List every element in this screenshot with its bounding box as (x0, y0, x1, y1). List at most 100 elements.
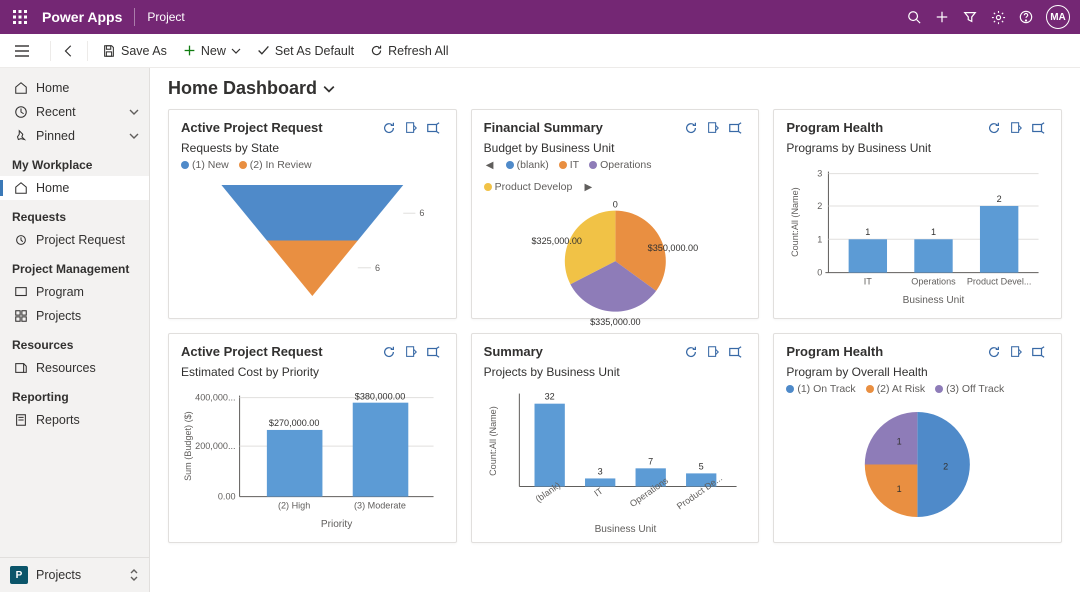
help-icon[interactable] (1012, 3, 1040, 31)
group-requests: Requests (0, 200, 149, 228)
pie-chart[interactable]: 0 $350,000.00 $335,000.00 $325,000.00 (484, 193, 747, 329)
nav-reports[interactable]: Reports (0, 408, 149, 432)
svg-text:0.00: 0.00 (218, 492, 236, 502)
global-header: Power Apps Project MA (0, 0, 1080, 34)
svg-text:2: 2 (818, 201, 823, 211)
search-icon[interactable] (900, 3, 928, 31)
user-avatar[interactable]: MA (1046, 5, 1070, 29)
home-icon (14, 181, 28, 195)
view-records-icon[interactable] (400, 121, 422, 135)
pie-chart[interactable]: 2 1 1 (786, 395, 1049, 534)
card-title: Financial Summary (484, 120, 603, 135)
area-switcher[interactable]: P Projects (0, 557, 149, 592)
svg-text:1: 1 (931, 227, 936, 237)
expand-icon[interactable] (724, 345, 746, 359)
svg-text:2: 2 (943, 462, 948, 472)
legend-label: (3) Off Track (946, 383, 1004, 395)
card-budget-by-bu: Financial Summary Budget by Business Uni… (471, 109, 760, 319)
refresh-all-button[interactable]: Refresh All (362, 36, 456, 66)
svg-text:Count:All (Name): Count:All (Name) (488, 406, 498, 476)
bar-chart[interactable]: Count:All (Name) 0 1 2 3 1 1 2 IT Operat… (786, 159, 1049, 316)
filter-icon[interactable] (956, 3, 984, 31)
refresh-all-label: Refresh All (388, 44, 448, 58)
chevron-down-icon (323, 83, 335, 95)
nav-workplace-home[interactable]: Home (0, 176, 149, 200)
nav-pinned-label: Pinned (36, 129, 75, 143)
funnel-chart[interactable]: 6 6 (181, 171, 444, 310)
area-badge: P (10, 566, 28, 584)
refresh-icon[interactable] (983, 345, 1005, 359)
refresh-icon[interactable] (680, 121, 702, 135)
chart-legend: (1) New (2) In Review (181, 159, 444, 171)
view-records-icon[interactable] (1005, 121, 1027, 135)
app-launcher-icon[interactable] (10, 7, 30, 27)
svg-text:IT: IT (592, 485, 605, 498)
svg-text:200,000...: 200,000... (195, 441, 235, 451)
view-records-icon[interactable] (702, 121, 724, 135)
legend-next-icon[interactable]: ▶ (582, 182, 594, 193)
updown-icon (129, 568, 139, 582)
reports-icon (14, 413, 28, 427)
legend-label: (blank) (517, 159, 549, 171)
bar-chart[interactable]: Sum (Budget) ($) 0.00 200,000... 400,000… (181, 383, 444, 540)
group-resources: Resources (0, 328, 149, 356)
divider (134, 8, 135, 26)
page-title: Home Dashboard (168, 78, 317, 99)
set-default-button[interactable]: Set As Default (249, 36, 362, 66)
command-bar: Save As New Set As Default Refresh All (0, 34, 1080, 68)
expand-icon[interactable] (422, 345, 444, 359)
card-subtitle: Budget by Business Unit (484, 141, 747, 155)
svg-text:Business Unit: Business Unit (594, 524, 656, 535)
save-as-button[interactable]: Save As (94, 36, 175, 66)
hamburger-icon[interactable] (8, 45, 36, 57)
svg-text:6: 6 (419, 208, 424, 218)
pin-icon (14, 129, 28, 143)
nav-program[interactable]: Program (0, 280, 149, 304)
nav-resources[interactable]: Resources (0, 356, 149, 380)
expand-icon[interactable] (724, 121, 746, 135)
view-records-icon[interactable] (400, 345, 422, 359)
nav-pinned[interactable]: Pinned (0, 124, 149, 148)
view-records-icon[interactable] (1005, 345, 1027, 359)
group-pm: Project Management (0, 252, 149, 280)
card-program-overall-health: Program Health Program by Overall Health… (773, 333, 1062, 543)
group-workplace: My Workplace (0, 148, 149, 176)
nav-recent-label: Recent (36, 105, 76, 119)
check-icon (257, 44, 270, 57)
nav-resources-label: Resources (36, 361, 96, 375)
nav-workplace-home-label: Home (36, 181, 69, 195)
save-as-label: Save As (121, 44, 167, 58)
view-records-icon[interactable] (702, 345, 724, 359)
expand-icon[interactable] (422, 121, 444, 135)
group-reporting: Reporting (0, 380, 149, 408)
nav-project-request[interactable]: Project Request (0, 228, 149, 252)
svg-text:Business Unit: Business Unit (903, 295, 965, 306)
card-subtitle: Programs by Business Unit (786, 141, 1049, 155)
bar-chart[interactable]: Count:All (Name) 32 3 7 5 (blank) IT Ope… (484, 383, 747, 540)
nav-home[interactable]: Home (0, 76, 149, 100)
refresh-icon[interactable] (378, 345, 400, 359)
refresh-icon[interactable] (680, 345, 702, 359)
legend-prev-icon[interactable]: ◀ (484, 160, 496, 171)
nav-recent[interactable]: Recent (0, 100, 149, 124)
add-icon[interactable] (928, 3, 956, 31)
nav-projects[interactable]: Projects (0, 304, 149, 328)
save-icon (102, 44, 116, 58)
page-title-row[interactable]: Home Dashboard (168, 78, 1062, 99)
expand-icon[interactable] (1027, 345, 1049, 359)
legend-label: (2) In Review (250, 159, 312, 171)
refresh-icon[interactable] (983, 121, 1005, 135)
card-requests-by-state: Active Project Request Requests by State… (168, 109, 457, 319)
svg-text:400,000...: 400,000... (195, 393, 235, 403)
new-button[interactable]: New (175, 36, 249, 66)
svg-text:7: 7 (648, 456, 653, 466)
refresh-icon[interactable] (378, 121, 400, 135)
back-icon[interactable] (57, 44, 81, 58)
svg-text:6: 6 (375, 263, 380, 273)
svg-text:3: 3 (818, 169, 823, 179)
card-subtitle: Requests by State (181, 141, 444, 155)
legend-label: Operations (600, 159, 651, 171)
expand-icon[interactable] (1027, 121, 1049, 135)
settings-icon[interactable] (984, 3, 1012, 31)
card-subtitle: Estimated Cost by Priority (181, 365, 444, 379)
